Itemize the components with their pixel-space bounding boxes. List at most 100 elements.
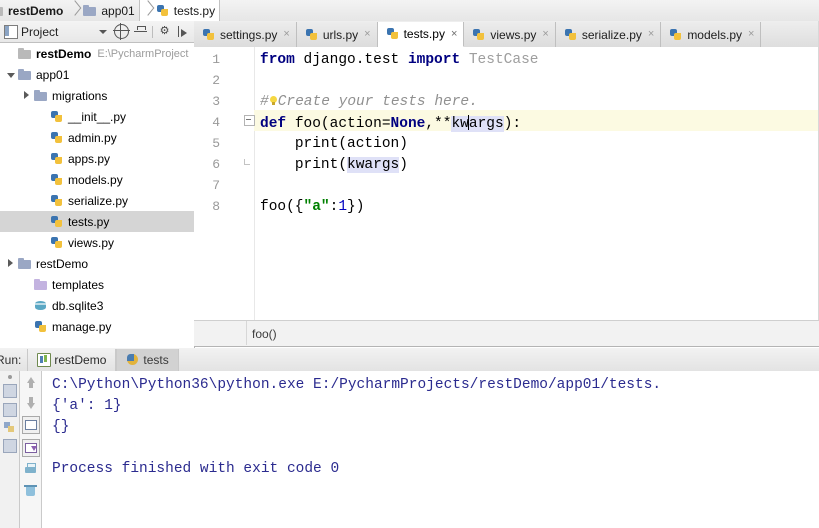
line-number: 3 xyxy=(212,94,220,109)
tree-item-views-py[interactable]: views.py xyxy=(0,232,194,253)
editor-tab-views-py[interactable]: views.py × xyxy=(464,22,556,47)
collapse-all-icon[interactable] xyxy=(134,25,147,38)
close-icon[interactable]: × xyxy=(648,29,654,40)
chevron-right-icon[interactable] xyxy=(20,85,34,106)
breadcrumb-item-app01[interactable]: app01 xyxy=(67,0,138,21)
run-tab-tests[interactable]: tests xyxy=(116,348,179,371)
close-panel-icon[interactable] xyxy=(2,439,17,453)
run-tab-restdemo[interactable]: restDemo xyxy=(27,348,117,371)
project-panel-title: Project xyxy=(21,24,59,39)
editor-code-area[interactable]: 1 2 3 4 5 6 7 8 from django.test import … xyxy=(194,47,819,320)
hide-icon[interactable] xyxy=(176,25,189,38)
tree-item-label: templates xyxy=(52,277,105,292)
breadcrumb-item-testspy[interactable]: tests.py xyxy=(138,0,221,21)
folder-icon xyxy=(18,47,32,61)
python-console-icon[interactable] xyxy=(3,422,16,434)
line-number: 4 xyxy=(212,115,220,130)
up-the-stack-trace-icon[interactable] xyxy=(23,374,39,390)
more-options-icon[interactable] xyxy=(7,375,12,379)
pycharm-window: restDemo app01 tests.py Project ⚙ restDe… xyxy=(0,0,819,528)
tree-item-manage-py[interactable]: manage.py xyxy=(0,316,194,337)
breadcrumb-item-restdemo[interactable]: restDemo xyxy=(0,0,67,21)
python-file-icon xyxy=(386,27,400,41)
tree-item-migrations[interactable]: migrations xyxy=(0,85,194,106)
line-number: 1 xyxy=(212,52,220,67)
python-file-icon xyxy=(50,215,64,229)
editor-tab-tests-py[interactable]: tests.py × xyxy=(377,22,465,47)
tree-item-tests-py[interactable]: tests.py xyxy=(0,211,194,232)
down-the-stack-trace-icon[interactable] xyxy=(23,395,39,411)
project-tree[interactable]: restDemo E:\PycharmProject app01 migrations… xyxy=(0,43,195,348)
line-number: 8 xyxy=(212,199,220,214)
tree-item--init-py[interactable]: __init__.py xyxy=(0,106,194,127)
tree-item-label: __init__.py xyxy=(68,109,127,124)
tree-item-label: views.py xyxy=(68,235,115,250)
close-icon[interactable]: × xyxy=(542,29,548,40)
close-icon[interactable]: × xyxy=(451,28,457,40)
folder-blue-icon xyxy=(34,89,48,103)
project-window-icon xyxy=(4,24,18,39)
line-number: 2 xyxy=(212,73,220,88)
editor-tab-bar[interactable]: settings.py × urls.py × tests.py × views.py × se… xyxy=(194,21,819,48)
close-icon[interactable]: × xyxy=(364,29,370,40)
editor-tab-label: views.py xyxy=(490,27,537,42)
line-number: 6 xyxy=(212,157,220,172)
folder-blue-icon xyxy=(18,68,32,82)
python-file-icon xyxy=(50,173,64,187)
code-fold-end-icon xyxy=(244,159,250,165)
tree-item-label: serialize.py xyxy=(68,193,129,208)
close-icon[interactable]: × xyxy=(748,29,754,40)
code-editor[interactable]: 1 2 3 4 5 6 7 8 from django.test import … xyxy=(194,47,819,320)
editor-breadcrumb-label[interactable]: foo() xyxy=(252,327,277,341)
tree-item-db-sqlite3[interactable]: db.sqlite3 xyxy=(0,295,194,316)
tree-item-label: manage.py xyxy=(52,319,112,334)
run-panel-side-toolbar xyxy=(0,371,20,528)
tree-item-restdemo[interactable]: restDemo E:\PycharmProject xyxy=(0,43,194,64)
tree-item-app01[interactable]: app01 xyxy=(0,64,194,85)
python-file-icon xyxy=(50,110,64,124)
settings-gear-icon[interactable]: ⚙ xyxy=(158,25,171,38)
python-file-icon xyxy=(472,28,486,42)
settings-small-icon[interactable] xyxy=(2,384,17,398)
python-file-icon xyxy=(669,28,683,42)
python-file-icon xyxy=(50,131,64,145)
tree-item-models-py[interactable]: models.py xyxy=(0,169,194,190)
run-console-output[interactable]: C:\Python\Python36\python.exe E:/Pycharm… xyxy=(42,371,819,528)
code-fold-toggle-icon[interactable] xyxy=(244,115,255,126)
tree-item-templates[interactable]: templates xyxy=(0,274,194,295)
chevron-down-icon[interactable] xyxy=(4,64,18,85)
print-icon[interactable] xyxy=(23,462,39,478)
idea-module-icon xyxy=(37,353,52,367)
pin-tab-icon[interactable] xyxy=(2,403,17,417)
clear-all-icon[interactable] xyxy=(23,483,39,499)
code-line-8: foo({"a":1}) xyxy=(260,199,365,215)
editor-tab-serialize-py[interactable]: serialize.py × xyxy=(555,22,662,47)
breadcrumb-label: tests.py xyxy=(173,3,216,18)
scroll-to-end-icon[interactable] xyxy=(21,439,40,457)
tree-item-restdemo[interactable]: restDemo xyxy=(0,253,194,274)
tree-item-admin-py[interactable]: admin.py xyxy=(0,127,194,148)
python-file-icon xyxy=(156,4,170,18)
tree-item-serialize-py[interactable]: serialize.py xyxy=(0,190,194,211)
tree-item-apps-py[interactable]: apps.py xyxy=(0,148,194,169)
select-opens-file-caret-icon[interactable] xyxy=(96,25,109,38)
editor-tab-settings-py[interactable]: settings.py × xyxy=(194,22,297,47)
editor-tab-urls-py[interactable]: urls.py × xyxy=(296,22,378,47)
breadcrumb: restDemo app01 tests.py xyxy=(0,0,819,22)
python-file-icon xyxy=(50,236,64,250)
editor-tab-models-py[interactable]: models.py × xyxy=(661,22,762,47)
project-panel-toolbar: ⚙ xyxy=(96,23,194,40)
close-icon[interactable]: × xyxy=(283,29,289,40)
editor-breadcrumb-notch xyxy=(194,321,247,345)
console-line: Process finished with exit code 0 xyxy=(52,461,340,477)
soft-wrap-icon[interactable] xyxy=(21,416,40,434)
python-file-icon xyxy=(564,28,578,42)
python-file-icon xyxy=(202,28,216,42)
scroll-from-source-icon[interactable] xyxy=(113,23,130,40)
breadcrumb-separator-icon xyxy=(69,0,81,21)
chevron-right-icon[interactable] xyxy=(4,253,18,274)
console-line: {} xyxy=(52,419,70,435)
editor-tab-label: serialize.py xyxy=(581,27,642,42)
